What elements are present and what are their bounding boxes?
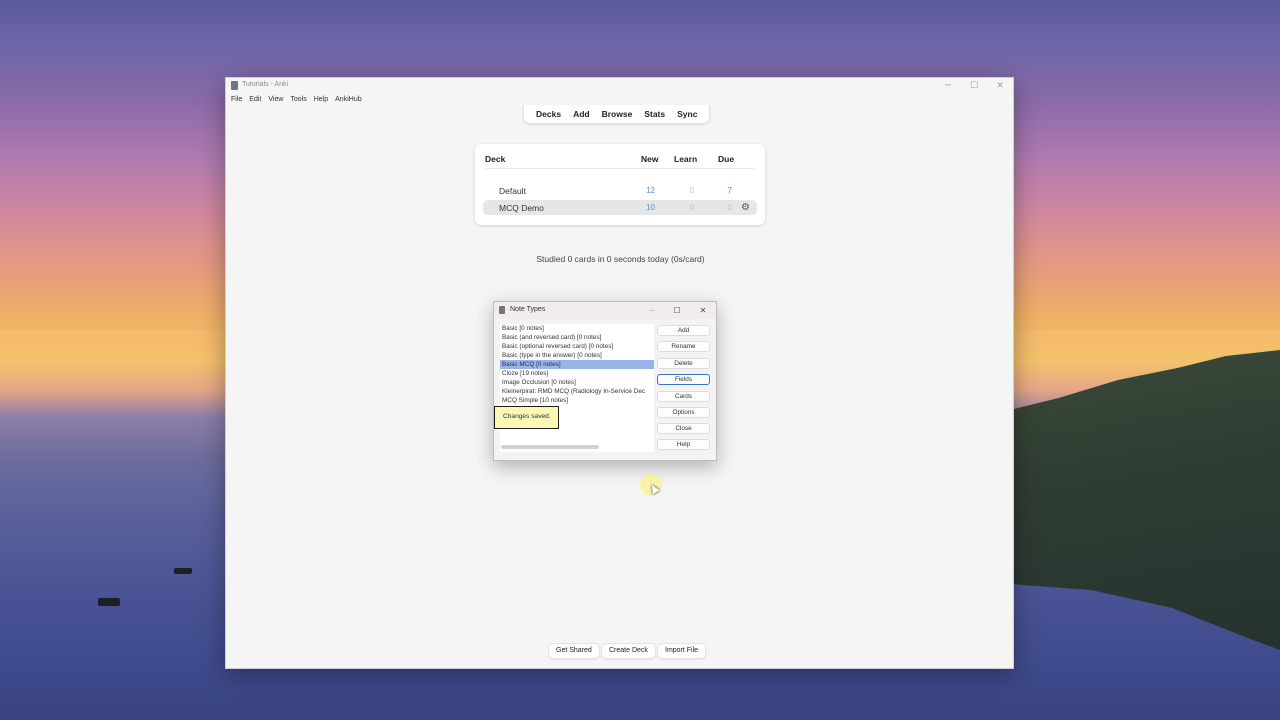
note-type-item[interactable]: Basic (optional reversed card) [0 notes] xyxy=(500,342,654,351)
menu-tools[interactable]: Tools xyxy=(290,95,310,107)
horizontal-scrollbar[interactable] xyxy=(501,445,599,449)
deck-name-link[interactable]: Default xyxy=(499,186,526,196)
menu-edit[interactable]: Edit xyxy=(249,95,265,107)
note-types-dialog: Note Types ─ ☐ ✕ Basic [0 notes] Basic (… xyxy=(493,301,717,461)
window-title: Tutorials - Anki xyxy=(242,81,289,88)
dialog-minimize-button[interactable]: ─ xyxy=(644,304,660,317)
toolbar-browse[interactable]: Browse xyxy=(596,109,639,119)
new-count: 12 xyxy=(646,186,655,195)
help-button[interactable]: Help xyxy=(657,439,710,450)
import-file-button[interactable]: Import File xyxy=(657,643,707,659)
close-window-button[interactable]: ✕ xyxy=(988,79,1012,93)
column-header-new: New xyxy=(641,154,659,164)
toolbar-add[interactable]: Add xyxy=(567,109,596,119)
anki-app-icon xyxy=(231,81,238,90)
due-count: 7 xyxy=(727,186,732,195)
menu-view[interactable]: View xyxy=(268,95,287,107)
new-count: 10 xyxy=(646,203,655,212)
header-divider xyxy=(485,168,755,169)
deck-name-link[interactable]: MCQ Demo xyxy=(499,203,544,213)
menu-file[interactable]: File xyxy=(231,95,246,107)
changes-saved-tooltip: Changes saved. xyxy=(494,406,559,429)
note-type-item[interactable]: Image Occlusion [0 notes] xyxy=(500,378,654,387)
toolbar-stats[interactable]: Stats xyxy=(638,109,671,119)
maximize-button[interactable]: ☐ xyxy=(962,79,986,93)
anki-app-icon xyxy=(499,306,505,314)
minimize-button[interactable]: ─ xyxy=(936,79,960,93)
cards-button[interactable]: Cards xyxy=(657,391,710,402)
add-note-type-button[interactable]: Add xyxy=(657,325,710,336)
options-button[interactable]: Options xyxy=(657,407,710,418)
column-header-due: Due xyxy=(718,154,735,164)
note-type-item[interactable]: Cloze [19 notes] xyxy=(500,369,654,378)
toolbar-sync[interactable]: Sync xyxy=(671,109,703,119)
learn-count: 0 xyxy=(689,186,694,195)
note-type-list[interactable]: Basic [0 notes] Basic (and reversed card… xyxy=(500,324,654,452)
due-count: 0 xyxy=(727,203,732,212)
wallpaper-boat xyxy=(98,598,120,606)
deck-row-mcq-demo[interactable]: MCQ Demo 10 0 0 ⚙ xyxy=(483,200,757,215)
note-type-item[interactable]: Basic (and reversed card) [0 notes] xyxy=(500,333,654,342)
dialog-title: Note Types xyxy=(510,306,546,313)
studied-today-summary: Studied 0 cards in 0 seconds today (0s/c… xyxy=(536,254,705,264)
menu-ankihub[interactable]: AnkiHub xyxy=(335,95,365,107)
dialog-close-icon[interactable]: ✕ xyxy=(695,304,711,317)
note-type-item-selected[interactable]: Basic MCQ [0 notes] xyxy=(500,360,654,369)
learn-count: 0 xyxy=(689,203,694,212)
main-toolbar: Decks Add Browse Stats Sync xyxy=(523,105,711,124)
fields-button[interactable]: Fields xyxy=(657,374,710,385)
title-bar: Tutorials - Anki ─ ☐ ✕ xyxy=(226,78,1013,94)
deck-list: Deck New Learn Due Default 12 0 7 MCQ De… xyxy=(475,144,765,225)
note-type-item[interactable]: Kleinerpirat: RMD MCQ (Radiology In-Serv… xyxy=(500,387,654,396)
deck-row-default[interactable]: Default 12 0 7 xyxy=(483,183,757,198)
note-type-item[interactable]: Basic [0 notes] xyxy=(500,324,654,333)
column-header-learn: Learn xyxy=(674,154,698,164)
gear-icon[interactable]: ⚙ xyxy=(740,202,751,213)
rename-button[interactable]: Rename xyxy=(657,341,710,352)
get-shared-button[interactable]: Get Shared xyxy=(548,643,600,659)
dialog-title-bar: Note Types ─ ☐ ✕ xyxy=(494,302,716,319)
toolbar-decks[interactable]: Decks xyxy=(530,109,567,119)
create-deck-button[interactable]: Create Deck xyxy=(601,643,656,659)
menu-help[interactable]: Help xyxy=(314,95,332,107)
close-button[interactable]: Close xyxy=(657,423,710,434)
wallpaper-boat xyxy=(174,568,192,574)
note-type-item[interactable]: MCQ Simple [10 notes] xyxy=(500,396,654,405)
dialog-maximize-button[interactable]: ☐ xyxy=(669,304,685,317)
note-type-item[interactable]: Basic (type in the answer) [0 notes] xyxy=(500,351,654,360)
column-header-deck: Deck xyxy=(485,154,506,164)
delete-button[interactable]: Delete xyxy=(657,358,710,369)
